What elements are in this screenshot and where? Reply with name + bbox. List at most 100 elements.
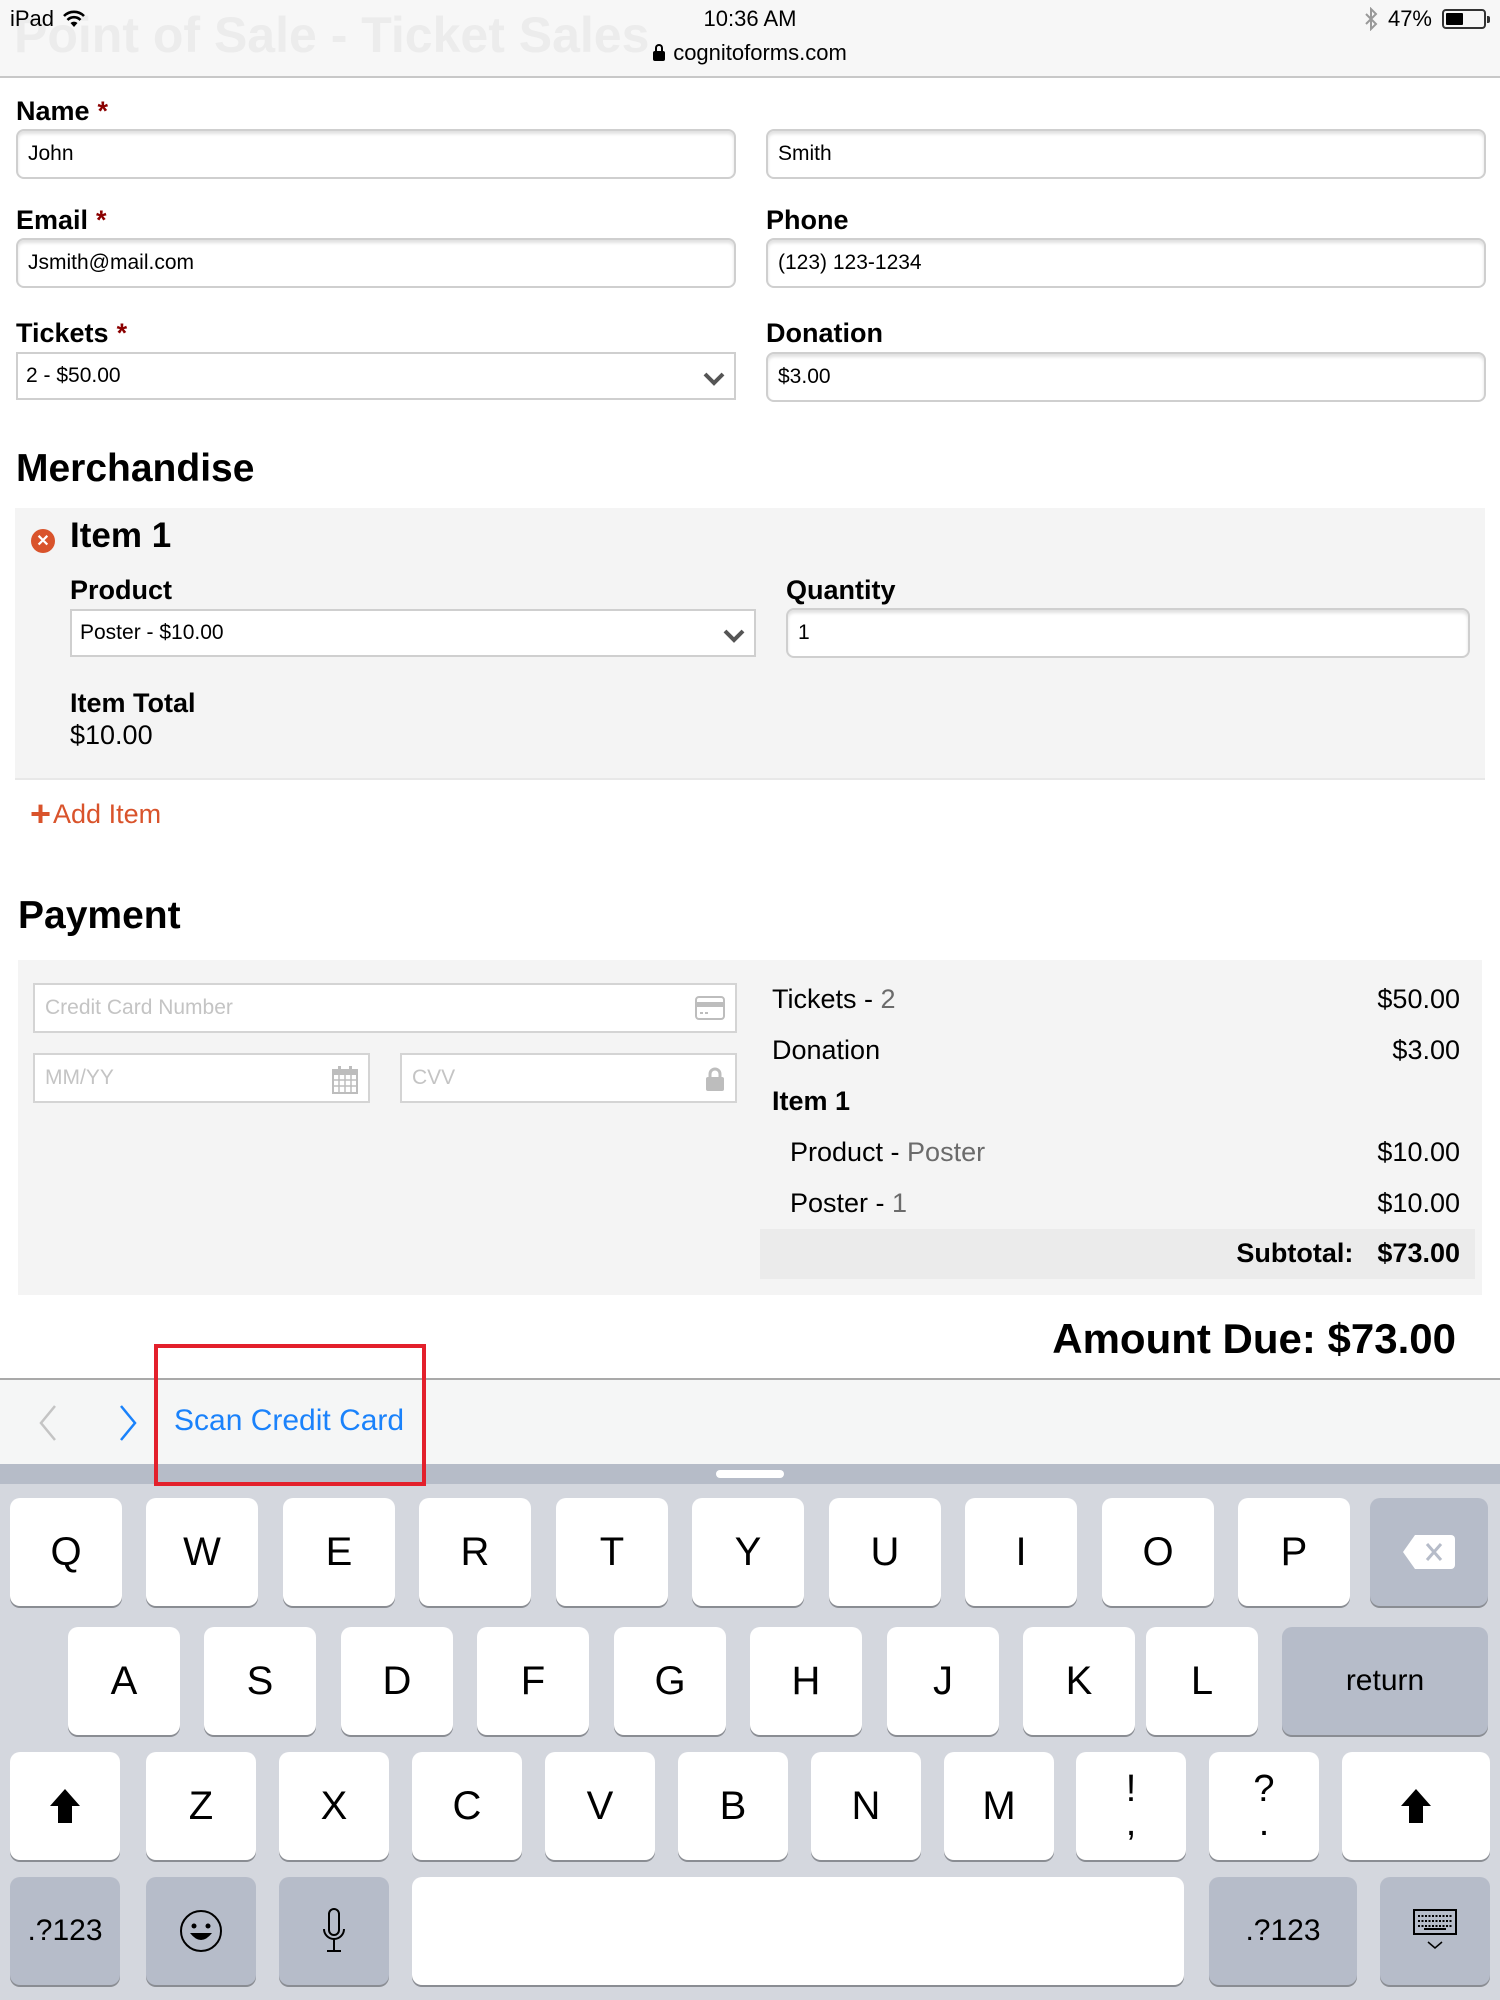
emoji-key[interactable] xyxy=(146,1877,256,1985)
key-j[interactable]: J xyxy=(887,1627,999,1735)
card-number-input[interactable]: Credit Card Number xyxy=(33,983,737,1033)
key-q[interactable]: Q xyxy=(10,1498,122,1606)
tickets-label: Tickets * xyxy=(16,318,128,348)
clock: 10:36 AM xyxy=(703,6,797,31)
battery-icon xyxy=(1442,9,1490,29)
summary-row-tickets: Tickets - 2 $50.00 xyxy=(772,984,1460,1014)
key-b[interactable]: B xyxy=(678,1752,788,1860)
key-y[interactable]: Y xyxy=(692,1498,804,1606)
expiry-input[interactable]: MM/YY xyxy=(33,1053,370,1103)
required-marker: * xyxy=(96,205,107,235)
battery-percent: 47% xyxy=(1387,6,1432,31)
subtotal: Subtotal: $73.00 xyxy=(1236,1238,1460,1269)
key-u[interactable]: U xyxy=(829,1498,941,1606)
key-a-label: A xyxy=(110,1658,138,1703)
return-key[interactable]: return xyxy=(1282,1627,1488,1735)
key-a[interactable]: A xyxy=(68,1627,180,1735)
add-item-label: Add Item xyxy=(53,798,162,829)
chevron-down-icon xyxy=(723,629,745,643)
previous-field-icon[interactable] xyxy=(38,1404,58,1442)
key-i-label: I xyxy=(1015,1529,1027,1574)
space-key[interactable] xyxy=(412,1877,1184,1985)
emoji-icon xyxy=(180,1910,222,1952)
key-l[interactable]: L xyxy=(1146,1627,1258,1735)
numbers-key-right[interactable]: .?123 xyxy=(1209,1877,1357,1985)
summary-row-poster: Poster - 1 $10.00 xyxy=(790,1188,1460,1218)
key-bottom-label: , xyxy=(1125,1802,1137,1844)
key-o-label: O xyxy=(1142,1529,1174,1574)
key-f[interactable]: F xyxy=(477,1627,589,1735)
shift-key-right[interactable] xyxy=(1342,1752,1490,1860)
donation-label: Donation xyxy=(766,318,883,348)
key-x-label: X xyxy=(320,1783,348,1828)
phone-label: Phone xyxy=(766,205,849,235)
key-n[interactable]: N xyxy=(811,1752,921,1860)
key-bottom-label: . xyxy=(1258,1802,1270,1844)
backspace-key[interactable] xyxy=(1370,1498,1488,1606)
next-field-icon[interactable] xyxy=(118,1404,138,1442)
key-c[interactable]: C xyxy=(412,1752,522,1860)
key-p[interactable]: P xyxy=(1238,1498,1350,1606)
key-f-label: F xyxy=(520,1658,546,1703)
key-k[interactable]: K xyxy=(1023,1627,1135,1735)
key-h-label: H xyxy=(791,1658,821,1703)
last-name-input[interactable]: Smith xyxy=(766,129,1486,179)
summary-row-product: Product - Poster $10.00 xyxy=(790,1137,1460,1167)
status-right: 47% xyxy=(1364,6,1490,32)
key-o[interactable]: O xyxy=(1102,1498,1214,1606)
question-period-key[interactable]: ?. xyxy=(1209,1752,1319,1860)
key-i[interactable]: I xyxy=(965,1498,1077,1606)
microphone-icon xyxy=(323,1908,345,1952)
quantity-input[interactable]: 1 xyxy=(786,608,1470,658)
key-n-label: N xyxy=(851,1783,881,1828)
quantity-label: Quantity xyxy=(786,575,896,605)
product-select[interactable]: Poster - $10.00 xyxy=(70,609,756,657)
key-x[interactable]: X xyxy=(279,1752,389,1860)
subtotal-amount: $73.00 xyxy=(1377,1238,1460,1268)
email-label: Email * xyxy=(16,205,107,235)
exclamation-comma-key[interactable]: !, xyxy=(1076,1752,1186,1860)
chevron-down-icon xyxy=(703,372,725,386)
numbers-key-left[interactable]: .?123 xyxy=(10,1877,120,1985)
hide-keyboard-key[interactable] xyxy=(1380,1877,1490,1985)
numbers-key-left-label: .?123 xyxy=(27,1914,103,1947)
donation-input[interactable]: $3.00 xyxy=(766,352,1486,402)
expiry-placeholder: MM/YY xyxy=(45,1066,114,1089)
dictation-key[interactable] xyxy=(279,1877,389,1985)
address-bar[interactable]: cognitoforms.com xyxy=(0,40,1500,66)
key-m[interactable]: M xyxy=(944,1752,1054,1860)
required-marker: * xyxy=(116,318,128,348)
item-title: Item 1 xyxy=(70,516,172,555)
shift-key-left[interactable] xyxy=(10,1752,120,1860)
remove-item-icon[interactable]: ✕ xyxy=(31,529,55,553)
key-t[interactable]: T xyxy=(556,1498,668,1606)
summary-row-donation: Donation $3.00 xyxy=(772,1035,1460,1065)
key-z[interactable]: Z xyxy=(146,1752,256,1860)
key-v[interactable]: V xyxy=(545,1752,655,1860)
key-w[interactable]: W xyxy=(146,1498,258,1606)
cvv-placeholder: CVV xyxy=(412,1066,456,1089)
on-screen-keyboard: Q W E R T Y U I O P A S D F G H J K Lreturn Z X C V B N M!,?. .?12… xyxy=(0,1464,1500,2000)
key-y-label: Y xyxy=(734,1529,762,1574)
email-input[interactable]: Jsmith@mail.com xyxy=(16,238,736,288)
key-d[interactable]: D xyxy=(341,1627,453,1735)
keyboard-drag-handle[interactable] xyxy=(716,1470,784,1478)
lock-icon xyxy=(706,1067,724,1091)
credit-card-icon xyxy=(695,996,725,1020)
key-e[interactable]: E xyxy=(283,1498,395,1606)
phone-input[interactable]: (123) 123-1234 xyxy=(766,238,1486,288)
key-r[interactable]: R xyxy=(419,1498,531,1606)
scan-credit-card-button[interactable]: Scan Credit Card xyxy=(174,1404,404,1438)
key-w-label: W xyxy=(183,1529,221,1574)
key-top-label: ? xyxy=(1253,1767,1275,1810)
calendar-icon xyxy=(332,1066,358,1094)
key-g[interactable]: G xyxy=(614,1627,726,1735)
shift-icon xyxy=(1401,1789,1431,1823)
first-name-input[interactable]: John xyxy=(16,129,736,179)
summary-amount: $10.00 xyxy=(1377,1188,1460,1218)
key-s[interactable]: S xyxy=(204,1627,316,1735)
key-h[interactable]: H xyxy=(750,1627,862,1735)
add-item-button[interactable]: + Add Item xyxy=(30,796,161,832)
tickets-select[interactable]: 2 - $50.00 xyxy=(16,352,736,400)
cvv-input[interactable]: CVV xyxy=(400,1053,737,1103)
